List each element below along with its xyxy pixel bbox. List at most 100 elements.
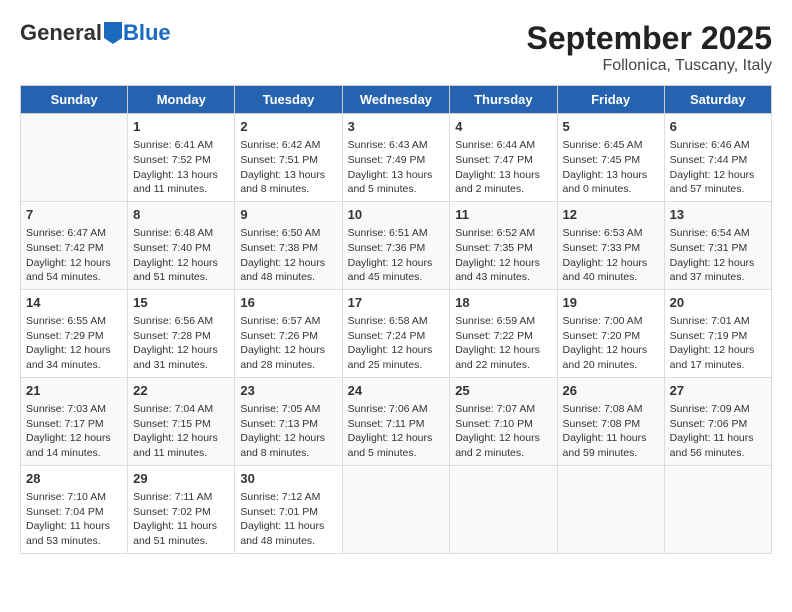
daylight-text: and 45 minutes. [348,270,445,285]
weekday-header-wednesday: Wednesday [342,86,450,114]
calendar-week-2: 7Sunrise: 6:47 AMSunset: 7:42 PMDaylight… [21,201,772,289]
daylight-text: Daylight: 11 hours [670,431,766,446]
day-number: 30 [240,470,336,488]
logo-general-text: General [20,20,102,46]
sunrise-text: Sunrise: 6:43 AM [348,138,445,153]
calendar-cell [342,465,450,553]
calendar-week-3: 14Sunrise: 6:55 AMSunset: 7:29 PMDayligh… [21,289,772,377]
daylight-text: Daylight: 11 hours [26,519,122,534]
sunrise-text: Sunrise: 7:06 AM [348,402,445,417]
daylight-text: and 34 minutes. [26,358,122,373]
day-number: 17 [348,294,445,312]
day-number: 5 [563,118,659,136]
daylight-text: Daylight: 12 hours [240,431,336,446]
sunset-text: Sunset: 7:42 PM [26,241,122,256]
sunset-text: Sunset: 7:08 PM [563,417,659,432]
page-header: General Blue September 2025 Follonica, T… [20,20,772,75]
daylight-text: and 8 minutes. [240,446,336,461]
daylight-text: Daylight: 12 hours [563,256,659,271]
sunrise-text: Sunrise: 6:50 AM [240,226,336,241]
page-title: September 2025 [527,20,772,57]
calendar-cell: 25Sunrise: 7:07 AMSunset: 7:10 PMDayligh… [450,377,557,465]
daylight-text: Daylight: 12 hours [240,256,336,271]
calendar-cell: 10Sunrise: 6:51 AMSunset: 7:36 PMDayligh… [342,201,450,289]
day-number: 13 [670,206,766,224]
daylight-text: Daylight: 13 hours [240,168,336,183]
day-number: 8 [133,206,229,224]
calendar-cell [664,465,771,553]
daylight-text: Daylight: 13 hours [563,168,659,183]
day-number: 29 [133,470,229,488]
sunrise-text: Sunrise: 7:11 AM [133,490,229,505]
sunrise-text: Sunrise: 7:10 AM [26,490,122,505]
day-number: 1 [133,118,229,136]
daylight-text: Daylight: 12 hours [26,343,122,358]
daylight-text: Daylight: 12 hours [455,343,551,358]
daylight-text: Daylight: 12 hours [348,343,445,358]
day-number: 16 [240,294,336,312]
sunset-text: Sunset: 7:29 PM [26,329,122,344]
daylight-text: Daylight: 12 hours [455,431,551,446]
daylight-text: and 14 minutes. [26,446,122,461]
calendar-week-5: 28Sunrise: 7:10 AMSunset: 7:04 PMDayligh… [21,465,772,553]
sunset-text: Sunset: 7:38 PM [240,241,336,256]
daylight-text: Daylight: 12 hours [455,256,551,271]
sunrise-text: Sunrise: 6:51 AM [348,226,445,241]
sunset-text: Sunset: 7:17 PM [26,417,122,432]
weekday-row: SundayMondayTuesdayWednesdayThursdayFrid… [21,86,772,114]
daylight-text: and 0 minutes. [563,182,659,197]
day-number: 14 [26,294,122,312]
calendar-cell: 4Sunrise: 6:44 AMSunset: 7:47 PMDaylight… [450,114,557,202]
daylight-text: Daylight: 12 hours [133,431,229,446]
daylight-text: and 25 minutes. [348,358,445,373]
weekday-header-friday: Friday [557,86,664,114]
sunrise-text: Sunrise: 7:07 AM [455,402,551,417]
daylight-text: and 20 minutes. [563,358,659,373]
sunrise-text: Sunrise: 6:45 AM [563,138,659,153]
day-number: 7 [26,206,122,224]
calendar-cell [21,114,128,202]
day-number: 4 [455,118,551,136]
daylight-text: and 40 minutes. [563,270,659,285]
daylight-text: Daylight: 12 hours [670,256,766,271]
daylight-text: and 51 minutes. [133,270,229,285]
calendar-cell: 1Sunrise: 6:41 AMSunset: 7:52 PMDaylight… [128,114,235,202]
sunset-text: Sunset: 7:13 PM [240,417,336,432]
calendar-cell: 6Sunrise: 6:46 AMSunset: 7:44 PMDaylight… [664,114,771,202]
sunset-text: Sunset: 7:04 PM [26,505,122,520]
calendar-cell: 22Sunrise: 7:04 AMSunset: 7:15 PMDayligh… [128,377,235,465]
day-number: 18 [455,294,551,312]
daylight-text: Daylight: 12 hours [348,431,445,446]
sunrise-text: Sunrise: 6:53 AM [563,226,659,241]
day-number: 9 [240,206,336,224]
calendar-cell: 24Sunrise: 7:06 AMSunset: 7:11 PMDayligh… [342,377,450,465]
sunrise-text: Sunrise: 7:00 AM [563,314,659,329]
daylight-text: and 48 minutes. [240,270,336,285]
daylight-text: Daylight: 13 hours [133,168,229,183]
daylight-text: and 11 minutes. [133,446,229,461]
daylight-text: and 43 minutes. [455,270,551,285]
day-number: 3 [348,118,445,136]
calendar-cell: 27Sunrise: 7:09 AMSunset: 7:06 PMDayligh… [664,377,771,465]
day-number: 11 [455,206,551,224]
calendar-cell [557,465,664,553]
weekday-header-saturday: Saturday [664,86,771,114]
sunrise-text: Sunrise: 7:12 AM [240,490,336,505]
sunset-text: Sunset: 7:11 PM [348,417,445,432]
sunrise-text: Sunrise: 6:47 AM [26,226,122,241]
daylight-text: Daylight: 13 hours [348,168,445,183]
daylight-text: and 2 minutes. [455,446,551,461]
calendar-cell: 16Sunrise: 6:57 AMSunset: 7:26 PMDayligh… [235,289,342,377]
daylight-text: and 48 minutes. [240,534,336,549]
daylight-text: Daylight: 12 hours [348,256,445,271]
logo-icon [104,22,122,44]
page-subtitle: Follonica, Tuscany, Italy [527,57,772,75]
daylight-text: Daylight: 12 hours [26,256,122,271]
calendar-cell: 8Sunrise: 6:48 AMSunset: 7:40 PMDaylight… [128,201,235,289]
sunrise-text: Sunrise: 6:59 AM [455,314,551,329]
sunset-text: Sunset: 7:02 PM [133,505,229,520]
calendar-cell: 19Sunrise: 7:00 AMSunset: 7:20 PMDayligh… [557,289,664,377]
calendar-cell: 11Sunrise: 6:52 AMSunset: 7:35 PMDayligh… [450,201,557,289]
calendar-cell: 30Sunrise: 7:12 AMSunset: 7:01 PMDayligh… [235,465,342,553]
sunset-text: Sunset: 7:06 PM [670,417,766,432]
